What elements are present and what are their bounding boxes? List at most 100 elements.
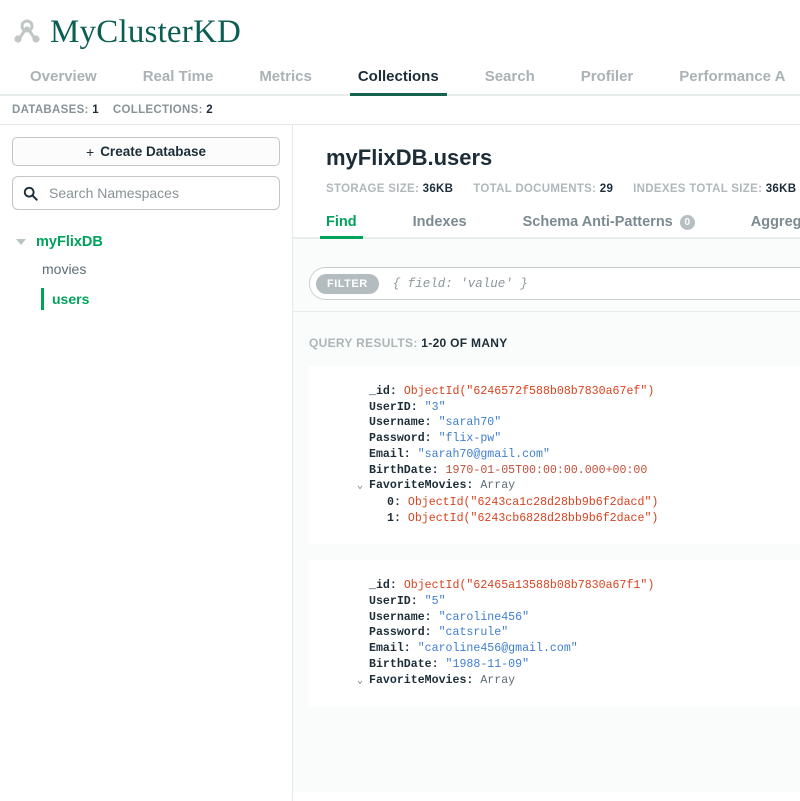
search-icon bbox=[23, 186, 38, 201]
document-field-row: Password: "catsrule" bbox=[309, 625, 800, 641]
document-field-key: Email: bbox=[369, 447, 411, 461]
document-card[interactable]: _id: ObjectId("6246572f588b08b7830a67ef"… bbox=[309, 366, 800, 545]
document-field-row: _id: ObjectId("62465a13588b08b7830a67f1"… bbox=[309, 578, 800, 594]
subtab-schema-anti-patterns[interactable]: Schema Anti-Patterns 0 bbox=[523, 214, 695, 237]
subtab-aggregation[interactable]: Aggregation bbox=[751, 214, 800, 237]
document-field-row: UserID: "3" bbox=[309, 400, 800, 416]
collection-sub-tabs: Find Indexes Schema Anti-Patterns 0 Aggr… bbox=[293, 209, 800, 239]
document-field-value: "caroline456" bbox=[438, 610, 530, 624]
document-field-key: BirthDate: bbox=[369, 657, 439, 671]
subtab-find[interactable]: Find bbox=[320, 214, 363, 239]
status-badge: 0 bbox=[679, 214, 695, 230]
subtab-label: Aggregation bbox=[750, 214, 800, 230]
databases-count-label: DATABASES: bbox=[12, 104, 89, 116]
cluster-node-icon bbox=[10, 15, 44, 49]
document-field-key: _id: bbox=[369, 385, 397, 398]
document-field-row: _id: ObjectId("6246572f588b08b7830a67ef"… bbox=[309, 384, 800, 400]
query-results-zone: QUERY RESULTS: 1-20 OF MANY _id: ObjectI… bbox=[293, 312, 800, 792]
collection-main-panel: myFlixDB.users STORAGE SIZE: 36KB TOTAL … bbox=[293, 125, 800, 801]
document-field-row: 1: ObjectId("6243cb6828d28bb9b6f2dace") bbox=[309, 511, 800, 527]
sidebar-collection-label: users bbox=[52, 291, 90, 307]
stat-value: 29 bbox=[599, 183, 614, 195]
document-field-value: "sarah70" bbox=[438, 416, 502, 430]
stat-value: 36KB bbox=[422, 183, 454, 195]
stat-total-documents: TOTAL DOCUMENTS: 29 bbox=[473, 183, 613, 195]
cluster-nav-tabs: Overview Real Time Metrics Collections S… bbox=[0, 56, 800, 96]
sidebar-collection-users[interactable]: users bbox=[12, 284, 280, 314]
document-field-key: Username: bbox=[369, 416, 432, 430]
document-field-row: UserID: "5" bbox=[309, 594, 800, 610]
sidebar-database-label: myFlixDB bbox=[36, 234, 103, 250]
subtab-indexes[interactable]: Indexes bbox=[413, 214, 467, 237]
chevron-down-icon[interactable]: ⌄ bbox=[357, 479, 369, 495]
chevron-down-icon[interactable] bbox=[16, 239, 26, 245]
document-field-key: Password: bbox=[369, 626, 432, 640]
cluster-header: MyClusterKD bbox=[0, 0, 800, 56]
databases-count: DATABASES: 1 bbox=[12, 104, 99, 116]
namespace-header: myFlixDB.users STORAGE SIZE: 36KB TOTAL … bbox=[293, 125, 800, 195]
tab-search[interactable]: Search bbox=[485, 68, 535, 94]
filter-zone: FILTER bbox=[293, 239, 800, 312]
page-title: myFlixDB.users bbox=[326, 145, 493, 170]
namespace-counts-bar: DATABASES: 1 COLLECTIONS: 2 bbox=[0, 96, 800, 125]
query-results-label: QUERY RESULTS: 1-20 OF MANY bbox=[293, 312, 800, 366]
subtab-label: Indexes bbox=[412, 214, 467, 230]
databases-count-value: 1 bbox=[92, 104, 99, 116]
document-field-key: BirthDate: bbox=[369, 463, 439, 477]
document-field-row: Username: "sarah70" bbox=[309, 415, 800, 431]
stat-storage-size: STORAGE SIZE: 36KB bbox=[326, 183, 453, 195]
document-field-row: Email: "sarah70@gmail.com" bbox=[309, 447, 800, 463]
document-field-key: Password: bbox=[369, 432, 432, 446]
stat-label: INDEXES TOTAL SIZE: bbox=[633, 183, 763, 195]
query-results-key: QUERY RESULTS: bbox=[309, 336, 418, 350]
filter-bar[interactable]: FILTER bbox=[309, 267, 800, 300]
document-field-row: Username: "caroline456" bbox=[309, 610, 800, 626]
tab-metrics[interactable]: Metrics bbox=[259, 68, 312, 94]
sidebar-collection-label: movies bbox=[42, 261, 87, 277]
document-field-key: Email: bbox=[369, 642, 411, 656]
search-namespaces-box[interactable] bbox=[12, 176, 280, 210]
query-results-value: 1-20 OF MANY bbox=[421, 336, 508, 350]
create-database-label: Create Database bbox=[100, 144, 206, 159]
tab-real-time[interactable]: Real Time bbox=[143, 68, 214, 94]
subtab-label: Schema Anti-Patterns bbox=[522, 214, 673, 230]
tab-collections[interactable]: Collections bbox=[349, 68, 447, 96]
document-field-key: FavoriteMovies: bbox=[369, 673, 474, 687]
search-namespaces-input[interactable] bbox=[47, 184, 269, 202]
tab-profiler[interactable]: Profiler bbox=[581, 68, 634, 94]
document-field-row: BirthDate: 1970-01-05T00:00:00.000+00:00 bbox=[309, 463, 800, 479]
sidebar-database-myflixdb[interactable]: myFlixDB bbox=[12, 230, 280, 254]
document-field-key: UserID: bbox=[369, 400, 418, 414]
document-field-row[interactable]: ⌄ FavoriteMovies: Array bbox=[309, 478, 800, 495]
chevron-down-icon[interactable]: ⌄ bbox=[357, 674, 369, 690]
collections-count: COLLECTIONS: 2 bbox=[113, 104, 213, 116]
plus-icon: + bbox=[86, 143, 95, 160]
document-field-key: _id: bbox=[369, 579, 397, 593]
document-field-value: 1970-01-05T00:00:00.000+00:00 bbox=[445, 463, 648, 477]
tab-performance-advisor[interactable]: Performance A bbox=[679, 68, 785, 94]
document-field-value: "catsrule" bbox=[438, 626, 509, 640]
document-field-row: Email: "caroline456@gmail.com" bbox=[309, 641, 800, 657]
document-field-key: 0: bbox=[387, 495, 401, 509]
document-field-key: UserID: bbox=[369, 595, 418, 609]
stat-label: STORAGE SIZE: bbox=[326, 183, 420, 195]
document-field-row: BirthDate: "1988-11-09" bbox=[309, 657, 800, 673]
stat-value: 36KB bbox=[765, 183, 797, 195]
tab-overview[interactable]: Overview bbox=[30, 68, 97, 94]
document-field-row[interactable]: ⌄ FavoriteMovies: Array bbox=[309, 673, 800, 690]
filter-pill[interactable]: FILTER bbox=[316, 273, 379, 294]
sidebar-collection-movies[interactable]: movies bbox=[12, 254, 280, 284]
filter-input[interactable] bbox=[390, 275, 800, 292]
document-field-key: 1: bbox=[387, 511, 401, 525]
body-split: + Create Database myFlixDB movies users bbox=[0, 125, 800, 801]
document-field-row: Password: "flix-pw" bbox=[309, 431, 800, 447]
document-field-value: Array bbox=[480, 673, 516, 687]
create-database-button[interactable]: + Create Database bbox=[12, 137, 280, 166]
stat-label: TOTAL DOCUMENTS: bbox=[473, 183, 597, 195]
document-field-value: "3" bbox=[424, 400, 446, 414]
document-field-key: Username: bbox=[369, 610, 432, 624]
document-field-row: 0: ObjectId("6243ca1c28d28bb9b6f2dacd") bbox=[309, 495, 800, 511]
document-card[interactable]: _id: ObjectId("62465a13588b08b7830a67f1"… bbox=[309, 560, 800, 708]
document-field-value: ObjectId("6246572f588b08b7830a67ef") bbox=[403, 385, 655, 398]
document-field-value: "flix-pw" bbox=[438, 432, 502, 446]
